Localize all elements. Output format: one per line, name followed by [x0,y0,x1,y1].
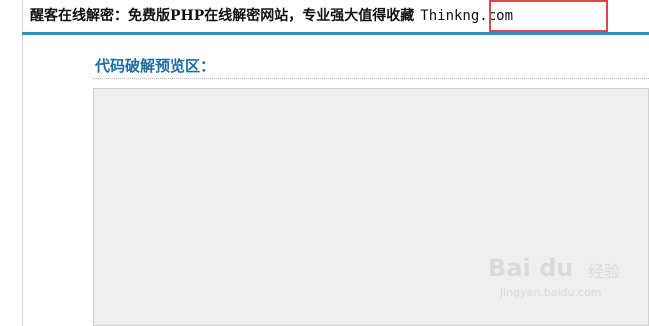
annotation-highlight-box [489,0,608,32]
watermark-brand: Bai du [488,254,574,282]
watermark-jingyan: 经验 [588,262,621,281]
header-accent-bar [22,32,649,35]
watermark-url: jingyan.baidu.com [500,286,602,299]
baidu-jingyan-watermark: Bai du 经验 jingyan.baidu.com [488,250,621,306]
section-title: 代码破解预览区： [95,57,216,75]
header-headline: 醒客在线解密：免费版PHP在线解密网站，专业强大值得收藏 [30,8,415,24]
section-divider [93,78,649,79]
page-header: 醒客在线解密：免费版PHP在线解密网站，专业强大值得收藏 Thinkng.com [30,4,513,28]
left-border [22,0,23,326]
